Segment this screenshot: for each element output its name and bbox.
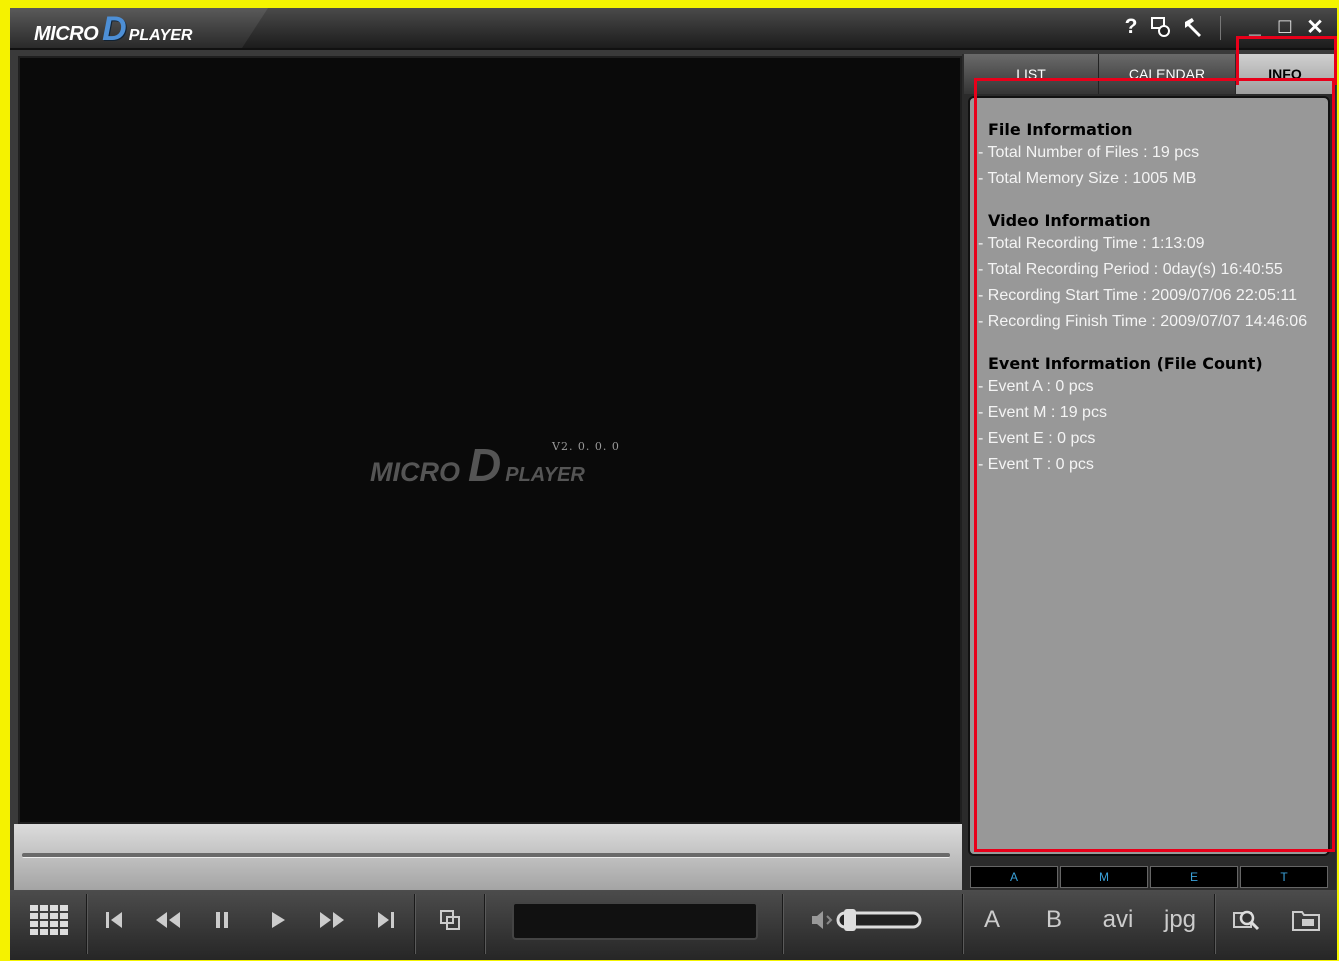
video-display[interactable]: MICRO D PLAYER V2. 0. 0. 0 [18, 56, 962, 824]
skip-start-icon[interactable] [94, 898, 134, 942]
export-jpg-button[interactable]: jpg [1156, 898, 1204, 942]
pause-icon[interactable] [202, 898, 242, 942]
tools-icon[interactable] [1178, 12, 1208, 42]
version-label: V2. 0. 0. 0 [552, 440, 620, 453]
event-e-button[interactable]: E [1150, 866, 1238, 888]
skip-end-icon[interactable] [366, 898, 406, 942]
title-separator [1220, 16, 1221, 40]
mark-b-button[interactable]: B [1036, 898, 1072, 942]
toolbar-separator [86, 894, 88, 954]
app-logo: MICRO D PLAYER [34, 10, 193, 48]
toolbar-separator [414, 894, 416, 954]
title-bar: MICRO D PLAYER ? _ □ ✕ [10, 8, 1337, 50]
event-filter-strip: A M E T [970, 866, 1328, 890]
seek-area [14, 824, 962, 890]
event-t-button[interactable]: T [1240, 866, 1328, 888]
bottom-toolbar: A B avi jpg [10, 890, 1337, 960]
grid-icon[interactable] [26, 898, 74, 942]
fast-forward-icon[interactable] [310, 898, 354, 942]
toolbar-separator [1214, 894, 1216, 954]
export-avi-button[interactable]: avi [1094, 898, 1142, 942]
time-display [512, 902, 758, 940]
toolbar-separator [782, 894, 784, 954]
annotation-highlight-panel [974, 78, 1335, 852]
desktop-edge [0, 0, 10, 961]
mark-a-button[interactable]: A [974, 898, 1010, 942]
volume-control[interactable] [806, 898, 926, 942]
event-a-button[interactable]: A [970, 866, 1058, 888]
toolbar-separator [484, 894, 486, 954]
play-icon[interactable] [258, 898, 298, 942]
search-icon[interactable] [1226, 898, 1266, 942]
rewind-icon[interactable] [146, 898, 190, 942]
screen-copy-icon[interactable] [430, 898, 470, 942]
settings-icon[interactable] [1146, 12, 1176, 42]
folder-icon[interactable] [1286, 898, 1326, 942]
event-m-button[interactable]: M [1060, 866, 1148, 888]
help-icon[interactable]: ? [1116, 12, 1146, 42]
seek-bar[interactable] [22, 853, 950, 858]
toolbar-separator [962, 894, 964, 954]
